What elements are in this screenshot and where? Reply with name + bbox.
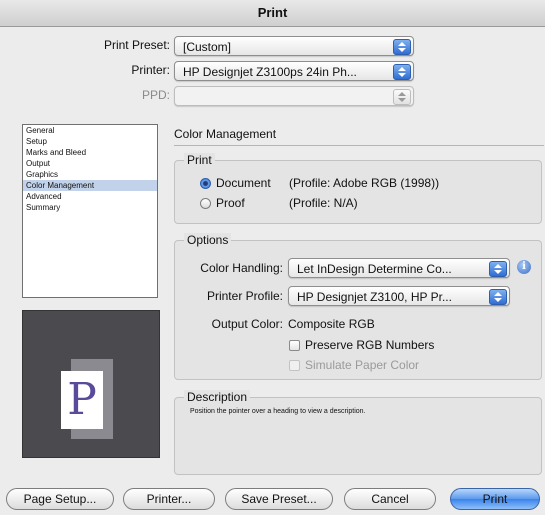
color-handling-label: Color Handling: (200, 261, 283, 275)
color-handling-popup[interactable]: Let InDesign Determine Co... (288, 258, 510, 278)
print-preset-label: Print Preset: (103, 38, 170, 52)
proof-radio[interactable] (200, 198, 211, 209)
popup-arrows-icon (489, 289, 507, 305)
printer-popup[interactable]: HP Designjet Z3100ps 24in Ph... (174, 61, 414, 81)
print-group (174, 160, 542, 224)
printer-profile-label: Printer Profile: (206, 289, 283, 303)
ppd-label: PPD: (141, 88, 170, 102)
page-setup-button[interactable]: Page Setup... (6, 488, 114, 510)
cancel-button[interactable]: Cancel (344, 488, 436, 510)
printer-profile-value: HP Designjet Z3100, HP Pr... (297, 290, 452, 304)
document-radio-label[interactable]: Document (216, 176, 271, 190)
page-preview: P (22, 310, 160, 458)
printer-label: Printer: (131, 63, 170, 77)
proof-profile-text: (Profile: N/A) (289, 196, 358, 210)
print-group-title: Print (184, 153, 215, 167)
sidebar-item-summary[interactable]: Summary (23, 202, 157, 213)
popup-arrows-icon (489, 261, 507, 277)
output-color-value: Composite RGB (288, 317, 375, 331)
sidebar-item-advanced[interactable]: Advanced (23, 191, 157, 202)
sidebar-item-general[interactable]: General (23, 125, 157, 136)
document-profile-text: (Profile: Adobe RGB (1998)) (289, 176, 440, 190)
section-title: Color Management (174, 127, 277, 141)
sidebar-item-setup[interactable]: Setup (23, 136, 157, 147)
preview-page: P (61, 371, 103, 429)
printer-button[interactable]: Printer... (123, 488, 215, 510)
print-preset-popup[interactable]: [Custom] (174, 36, 414, 56)
category-list: General Setup Marks and Bleed Output Gra… (22, 124, 158, 298)
options-group-title: Options (184, 233, 232, 247)
window-title: Print (0, 0, 545, 27)
preserve-rgb-checkbox[interactable] (289, 340, 300, 351)
print-dialog: Print Print Preset: [Custom] Printer: HP… (0, 0, 545, 515)
section-divider (174, 145, 544, 146)
save-preset-button[interactable]: Save Preset... (225, 488, 333, 510)
popup-arrows-icon (393, 89, 411, 105)
popup-arrows-icon (393, 39, 411, 55)
output-color-label: Output Color: (211, 317, 283, 331)
info-icon[interactable]: i (517, 260, 531, 274)
sidebar-item-output[interactable]: Output (23, 158, 157, 169)
document-radio[interactable] (200, 178, 211, 189)
description-text: Position the pointer over a heading to v… (190, 408, 366, 415)
sidebar-item-marks-and-bleed[interactable]: Marks and Bleed (23, 147, 157, 158)
sidebar-item-graphics[interactable]: Graphics (23, 169, 157, 180)
sidebar-item-color-management[interactable]: Color Management (23, 180, 157, 191)
simulate-paper-checkbox (289, 360, 300, 371)
printer-profile-popup[interactable]: HP Designjet Z3100, HP Pr... (288, 286, 510, 306)
simulate-paper-label: Simulate Paper Color (305, 358, 420, 372)
preserve-rgb-label[interactable]: Preserve RGB Numbers (305, 338, 434, 352)
popup-arrows-icon (393, 64, 411, 80)
color-handling-value: Let InDesign Determine Co... (297, 262, 452, 276)
print-preset-value: [Custom] (183, 40, 232, 54)
print-button[interactable]: Print (450, 488, 540, 510)
description-group-title: Description (184, 390, 251, 404)
ppd-popup (174, 86, 414, 106)
printer-value: HP Designjet Z3100ps 24in Ph... (183, 65, 357, 79)
proof-radio-label[interactable]: Proof (216, 196, 245, 210)
